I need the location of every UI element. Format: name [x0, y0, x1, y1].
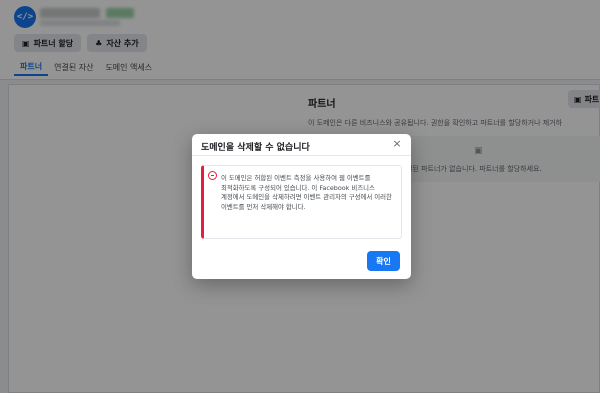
dialog-header: 도메인을 삭제할 수 없습니다 ×: [192, 134, 411, 156]
error-dialog: 도메인을 삭제할 수 없습니다 × 이 도메인은 허합된 이벤트 측정을 사용하…: [192, 134, 411, 279]
error-alert: 이 도메인은 허합된 이벤트 측정을 사용하여 웹 이벤트를 최적화하도록 구성…: [201, 165, 402, 239]
close-icon[interactable]: ×: [391, 138, 403, 150]
error-minus-icon: [208, 171, 217, 180]
confirm-button[interactable]: 확인: [367, 251, 400, 271]
dialog-title: 도메인을 삭제할 수 없습니다: [201, 143, 310, 153]
alert-message: 이 도메인은 허합된 이벤트 측정을 사용하여 웹 이벤트를 최적화하도록 구성…: [221, 174, 392, 211]
